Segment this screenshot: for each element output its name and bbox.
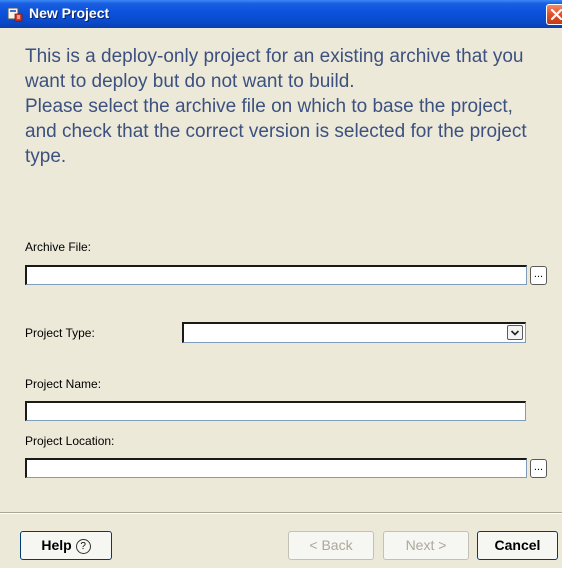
intro-line-deploy-only: This is a deploy-only project for an exi… xyxy=(25,46,524,92)
archive-file-input[interactable] xyxy=(25,265,527,285)
location-browse-button[interactable]: ... xyxy=(530,459,547,478)
footer-separator xyxy=(0,512,562,514)
cancel-button[interactable]: Cancel xyxy=(477,531,558,560)
project-location-input[interactable] xyxy=(25,458,527,478)
project-location-label: Project Location: xyxy=(25,434,115,448)
next-button[interactable]: Next > xyxy=(383,531,469,560)
help-button-label: Help xyxy=(41,537,72,553)
close-icon xyxy=(550,8,562,21)
new-project-dialog: New Project This is a deploy-only projec… xyxy=(0,0,562,568)
project-type-selected-value xyxy=(184,326,188,340)
help-button[interactable]: Help? xyxy=(20,531,112,560)
project-name-label: Project Name: xyxy=(25,377,102,391)
archive-browse-button[interactable]: ... xyxy=(530,266,547,285)
close-button[interactable] xyxy=(546,4,562,25)
project-wizard-icon xyxy=(7,7,23,22)
back-button[interactable]: < Back xyxy=(288,531,374,560)
project-type-label: Project Type: xyxy=(25,326,95,340)
dropdown-arrow-button[interactable] xyxy=(507,325,523,340)
archive-file-label: Archive File: xyxy=(25,240,92,254)
intro-line-select-archive: Please select the archive file on which … xyxy=(25,96,527,167)
window-title: New Project xyxy=(29,5,110,21)
title-bar[interactable]: New Project xyxy=(0,0,562,28)
intro-text: This is a deploy-only project for an exi… xyxy=(25,44,545,169)
chevron-down-icon xyxy=(510,330,520,336)
project-name-input[interactable] xyxy=(25,401,526,421)
help-icon: ? xyxy=(75,539,91,554)
project-type-select[interactable] xyxy=(182,322,526,343)
